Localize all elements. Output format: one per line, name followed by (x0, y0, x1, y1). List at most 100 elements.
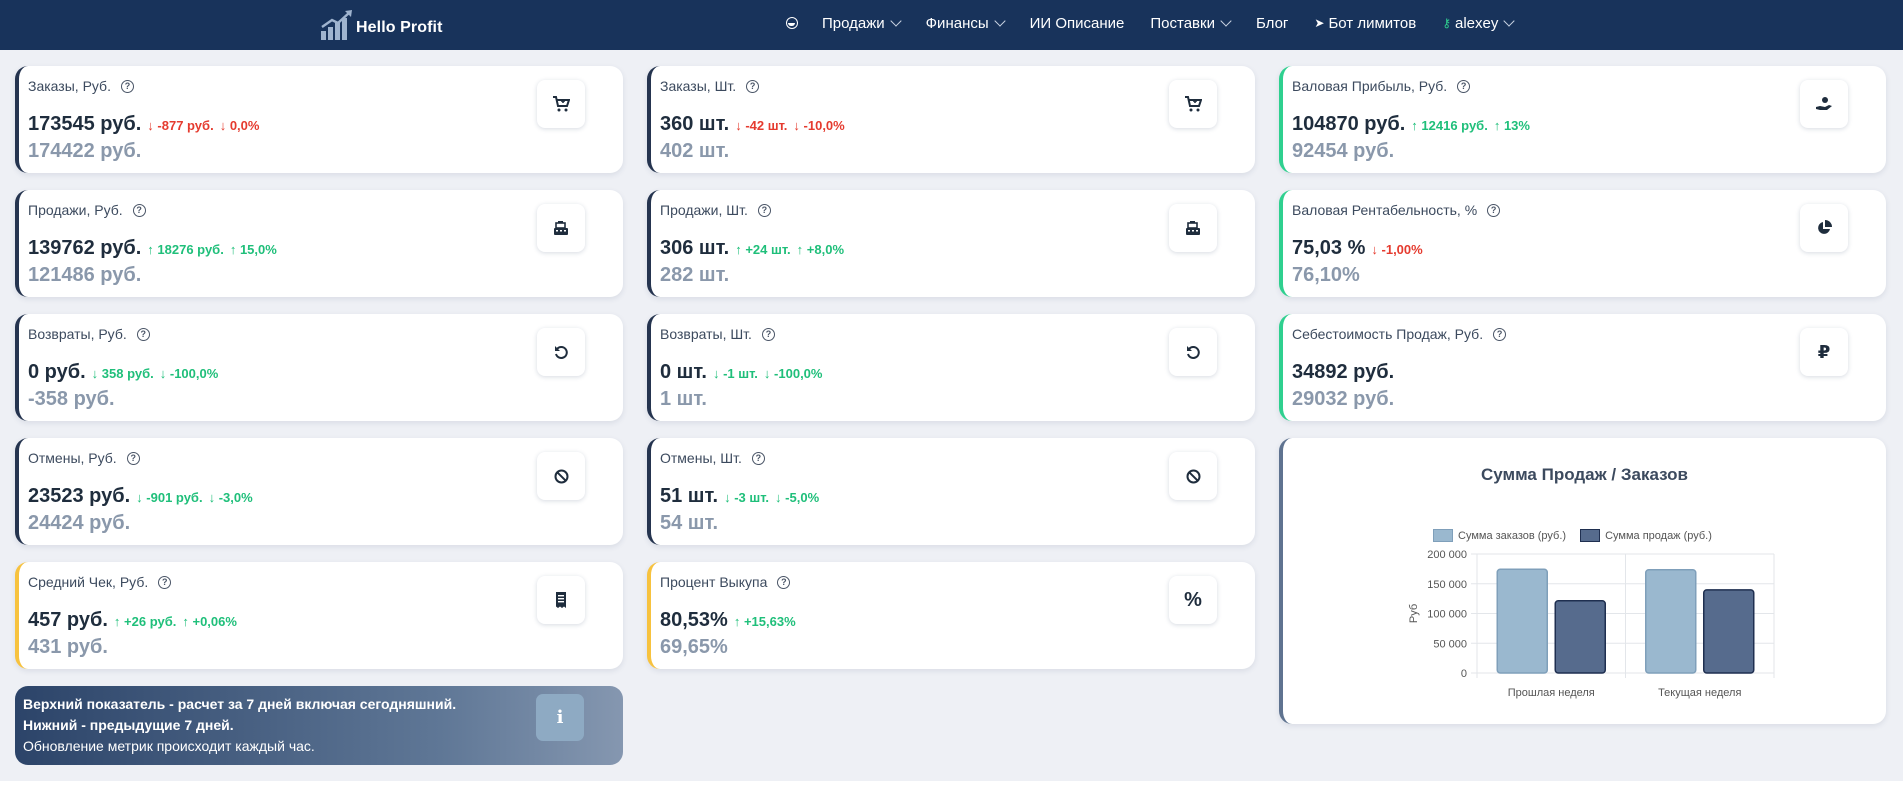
card-orders-rub: Заказы, Руб.? 173545 руб. ↓ -877 руб. ↓ … (15, 66, 623, 173)
previous-value: 69,65% (660, 636, 728, 658)
main-value: 34892 руб. (1292, 361, 1395, 383)
delta-pct: ↓ -10,0% (793, 118, 845, 133)
hand-coin-icon[interactable] (1800, 80, 1848, 128)
main-value: 23523 руб. (28, 485, 131, 507)
card-cancels-rub: Отмены, Руб.? 23523 руб. ↓ -901 руб. ↓ -… (15, 438, 623, 545)
card-title-text: Процент Выкупа (660, 574, 768, 590)
info-icon[interactable]: i (536, 694, 584, 741)
delta-abs-text: +26 руб. (124, 614, 177, 629)
delta-abs: ↑ +15,63% (733, 614, 796, 629)
help-icon[interactable]: ? (746, 79, 760, 93)
help-icon[interactable]: ? (120, 79, 134, 93)
delta-pct-text: -100,0% (169, 366, 219, 381)
delta-abs-text: -901 руб. (146, 490, 203, 505)
help-icon[interactable]: ? (1457, 79, 1471, 93)
delta-abs-text: 18276 руб. (157, 242, 224, 257)
info-panel: Верхний показатель - расчет за 7 дней вк… (15, 686, 623, 765)
help-icon[interactable]: ? (132, 203, 146, 217)
main-value: 75,03 % (1292, 237, 1366, 259)
nav-finance[interactable]: Финансы (925, 14, 1006, 32)
delta-pct-text: -100,0% (774, 366, 823, 381)
ban-icon[interactable] (537, 452, 585, 500)
nav-blog[interactable]: Блог (1256, 15, 1288, 32)
brand-logo[interactable]: Hello Profit (320, 7, 443, 41)
card-title: Себестоимость Продаж, Руб.? (1292, 326, 1507, 342)
delta-abs-text: -42 шт. (745, 118, 788, 133)
ban-icon[interactable] (1169, 452, 1217, 500)
delta-pct: ↓ -100,0% (159, 366, 219, 381)
previous-value: 282 шт. (660, 264, 730, 286)
card-title: Средний Чек, Руб.? (28, 574, 172, 590)
nav-user-menu[interactable]: ⚷ alexey (1442, 15, 1516, 32)
nav-ai-label: ИИ Описание (1029, 14, 1125, 32)
ruble-icon[interactable]: ₽ (1800, 328, 1848, 376)
main-value: 173545 руб. (28, 113, 142, 135)
delta-abs-text: +15,63% (743, 614, 796, 629)
bar-sales (1554, 599, 1606, 674)
cart-icon[interactable] (537, 80, 585, 128)
nav-sales[interactable]: Продажи (822, 15, 902, 32)
main-value: 104870 руб. (1292, 113, 1406, 135)
card-title-text: Заказы, Руб. (28, 78, 111, 94)
card-cancels-pcs: Отмены, Шт.? 51 шт. ↓ -3 шт. ↓ -5,0% 54 … (647, 438, 1255, 545)
card-title-text: Возвраты, Руб. (28, 326, 127, 342)
undo-icon[interactable] (537, 328, 585, 376)
delta-abs-text: -1 шт. (723, 366, 758, 381)
help-icon[interactable]: ? (1493, 327, 1507, 341)
help-icon[interactable]: ? (158, 575, 172, 589)
main-value: 80,53% (660, 609, 728, 631)
cash-register-icon[interactable] (1169, 204, 1217, 252)
delta-pct: ↑ +0,06% (182, 614, 237, 629)
card-title: Валовая Рентабельность, %? (1292, 202, 1501, 218)
theme-toggle-icon[interactable] (786, 17, 798, 29)
nav-supplies[interactable]: Поставки (1150, 15, 1232, 32)
delta-pct: ↑ 13% (1493, 118, 1530, 133)
card-main-line: 306 шт. ↑ +24 шт. ↑ +8,0% (660, 237, 844, 260)
card-sales-rub: Продажи, Руб.? 139762 руб. ↑ 18276 руб. … (15, 190, 623, 297)
percent-icon[interactable]: % (1169, 576, 1217, 624)
delta-abs: ↓ -1 шт. (712, 366, 758, 381)
help-icon[interactable]: ? (1487, 203, 1501, 217)
delta-abs: ↓ -1,00% (1371, 242, 1423, 257)
help-icon[interactable]: ? (136, 327, 150, 341)
help-icon[interactable]: ? (761, 327, 775, 341)
chevron-down-icon (1220, 15, 1232, 27)
delta-pct-text: +0,06% (192, 614, 237, 629)
card-returns-rub: Возвраты, Руб.? 0 руб. ↓ 358 руб. ↓ -100… (15, 314, 623, 421)
bar-sales (1703, 589, 1755, 674)
card-title: Процент Выкупа? (660, 574, 791, 590)
pie-chart-icon[interactable] (1800, 204, 1848, 252)
undo-icon[interactable] (1169, 328, 1217, 376)
help-icon[interactable]: ? (751, 451, 765, 465)
card-title: Валовая Прибыль, Руб.? (1292, 78, 1471, 94)
main-value: 0 шт. (660, 361, 707, 383)
previous-value: 1 шт. (660, 388, 707, 410)
nav-limits-bot[interactable]: ➤ Бот лимитов (1314, 15, 1416, 32)
card-title-text: Отмены, Шт. (660, 450, 742, 466)
card-main-line: 34892 руб. (1292, 361, 1394, 384)
receipt-icon[interactable] (537, 576, 585, 624)
help-icon[interactable]: ? (777, 575, 791, 589)
cart-icon[interactable] (1169, 80, 1217, 128)
cash-register-icon[interactable] (537, 204, 585, 252)
card-avg-check: Средний Чек, Руб.? 457 руб. ↑ +26 руб. ↑… (15, 562, 623, 669)
nav-finance-label: Финансы (925, 14, 989, 32)
brand-name: Hello Profit (356, 19, 443, 36)
chart-plot: 0 50 000 100 000 150 000 200 000 Руб Прошлая н… (1408, 549, 1775, 699)
card-main-line: 457 руб. ↑ +26 руб. ↑ +0,06% (28, 609, 237, 632)
card-title: Заказы, Руб.? (28, 78, 134, 94)
card-title: Заказы, Шт.? (660, 78, 760, 94)
main-nav: Продажи Финансы ИИ Описание Поставки Бло… (786, 0, 1539, 46)
main-value: 457 руб. (28, 609, 108, 631)
top-navbar: Hello Profit Продажи Финансы ИИ Описание… (0, 0, 1903, 50)
nav-ai-description[interactable]: ИИ Описание (1030, 15, 1125, 32)
send-icon: ➤ (1314, 16, 1325, 30)
card-title-text: Заказы, Шт. (660, 78, 737, 94)
help-icon[interactable]: ? (126, 451, 140, 465)
help-icon[interactable]: ? (757, 203, 771, 217)
delta-pct-text: +8,0% (806, 242, 845, 257)
info-line-2: Нижний - предыдущие 7 дней. (23, 717, 234, 733)
card-title-text: Средний Чек, Руб. (28, 574, 149, 590)
chevron-down-icon (993, 15, 1006, 27)
delta-pct: ↓ -3,0% (208, 490, 253, 505)
